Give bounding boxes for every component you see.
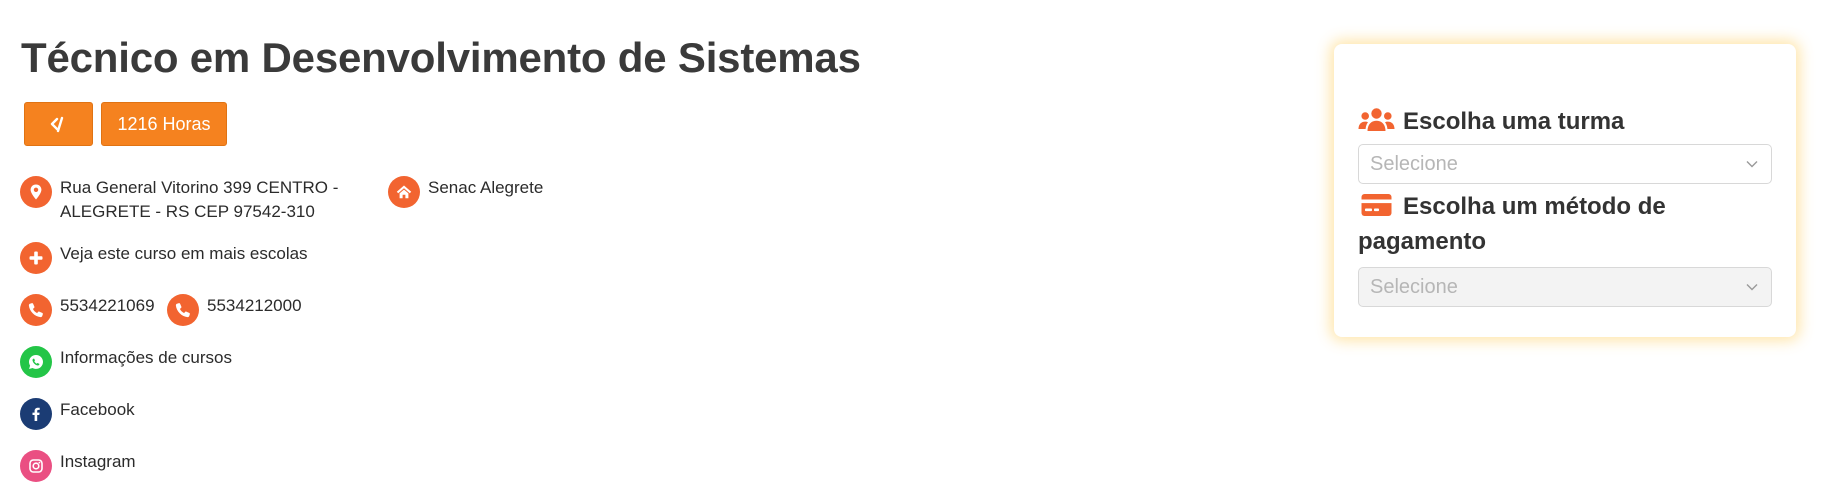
payment-select[interactable]: Selecione bbox=[1358, 267, 1772, 307]
address-item: Rua General Vitorino 399 CENTRO - ALEGRE… bbox=[20, 176, 340, 224]
phone-icon bbox=[167, 294, 199, 326]
instagram-icon bbox=[20, 450, 52, 482]
class-heading: Escolha uma turma bbox=[1358, 104, 1624, 139]
class-heading-text: Escolha uma turma bbox=[1403, 108, 1625, 135]
school-link[interactable]: Senac Alegrete bbox=[428, 176, 543, 200]
home-icon bbox=[388, 176, 420, 208]
payment-select-placeholder: Selecione bbox=[1370, 276, 1458, 298]
credit-card-icon bbox=[1361, 194, 1392, 216]
class-select-placeholder: Selecione bbox=[1370, 153, 1458, 175]
instagram-item[interactable]: Instagram bbox=[20, 450, 136, 482]
chevron-down-icon bbox=[1746, 161, 1758, 168]
code-icon bbox=[50, 116, 63, 133]
location-pin-icon bbox=[20, 176, 52, 208]
more-schools-item[interactable]: Veja este curso em mais escolas bbox=[20, 242, 308, 274]
class-select[interactable]: Selecione bbox=[1358, 144, 1772, 184]
course-hours-badge[interactable]: 1216 Horas bbox=[101, 102, 227, 146]
school-item[interactable]: Senac Alegrete bbox=[388, 176, 543, 208]
phone-item-1[interactable]: 5534221069 bbox=[20, 294, 155, 326]
whatsapp-icon bbox=[20, 346, 52, 378]
phone-number-2[interactable]: 5534212000 bbox=[207, 294, 302, 318]
payment-heading-line2: pagamento bbox=[1358, 228, 1487, 255]
facebook-link[interactable]: Facebook bbox=[60, 398, 135, 422]
whatsapp-link[interactable]: Informações de cursos bbox=[60, 346, 232, 370]
whatsapp-item[interactable]: Informações de cursos bbox=[20, 346, 232, 378]
more-schools-link[interactable]: Veja este curso em mais escolas bbox=[60, 242, 308, 266]
payment-heading: Escolha um método de pagamento bbox=[1358, 189, 1778, 259]
course-badges: 1216 Horas bbox=[24, 102, 227, 146]
course-title: Técnico em Desenvolvimento de Sistemas bbox=[21, 34, 861, 81]
phone-item-2[interactable]: 5534212000 bbox=[167, 294, 302, 326]
facebook-item[interactable]: Facebook bbox=[20, 398, 135, 430]
facebook-icon bbox=[20, 398, 52, 430]
chevron-down-icon bbox=[1746, 284, 1758, 291]
plus-icon bbox=[20, 242, 52, 274]
instagram-link[interactable]: Instagram bbox=[60, 450, 136, 474]
payment-heading-line1: Escolha um método de bbox=[1403, 193, 1666, 220]
phone-number-1[interactable]: 5534221069 bbox=[60, 294, 155, 318]
phone-icon bbox=[20, 294, 52, 326]
course-code-badge[interactable] bbox=[24, 102, 93, 146]
enrollment-card: Escolha uma turma Selecione Escolha um m… bbox=[1334, 44, 1796, 337]
address-text: Rua General Vitorino 399 CENTRO - ALEGRE… bbox=[60, 178, 339, 221]
users-icon bbox=[1358, 108, 1395, 131]
